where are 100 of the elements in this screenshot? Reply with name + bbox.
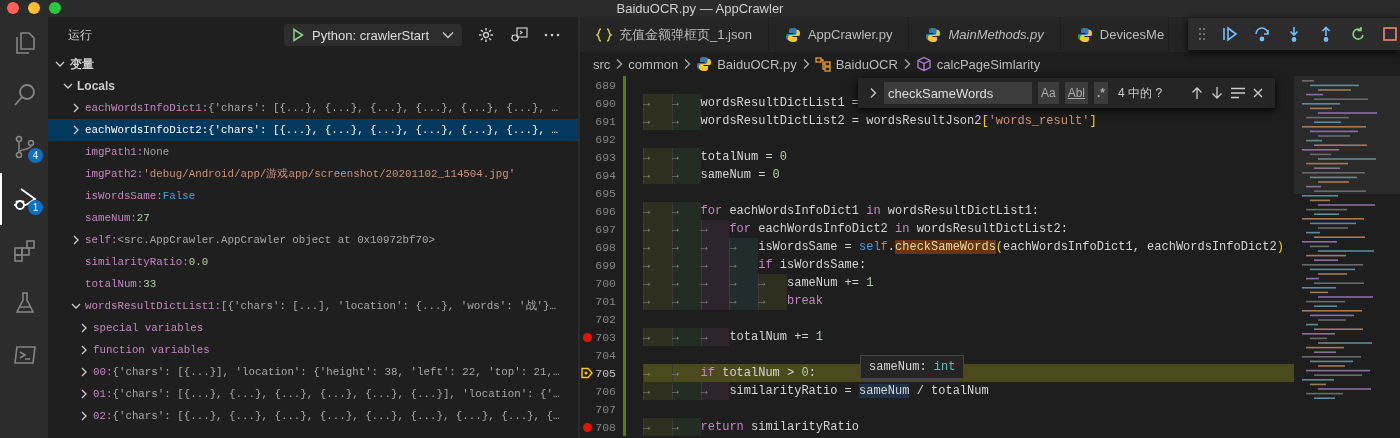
play-icon xyxy=(292,28,304,42)
editor-tab[interactable]: AppCrawler.py xyxy=(768,17,910,52)
hover-tooltip: sameNum: int xyxy=(860,355,965,379)
debug-console-icon[interactable] xyxy=(510,27,528,43)
breakpoint-icon[interactable] xyxy=(582,422,592,432)
variable-entry[interactable]: 01:{'chars': [{...}, {...}, {...}, {...}, {...}, {...}], 'location': {'… xyxy=(93,388,560,400)
python-file-icon xyxy=(1076,26,1093,43)
breadcrumb-item[interactable]: BaiduOCR xyxy=(814,56,898,72)
notification-badge: 1 xyxy=(28,200,43,215)
line-number: 689 xyxy=(594,78,616,92)
variable-entry[interactable]: isWordsSame:False xyxy=(85,190,196,202)
more-icon[interactable] xyxy=(544,33,560,37)
line-number: 707 xyxy=(594,402,616,416)
stop-icon[interactable] xyxy=(1382,26,1398,42)
continue-icon[interactable] xyxy=(1222,26,1238,42)
run-view-title: 运行 xyxy=(68,26,93,44)
line-number: 704 xyxy=(594,348,616,362)
window-minimize-button[interactable] xyxy=(28,2,40,14)
editor-tab[interactable]: DevicesMe xyxy=(1060,17,1170,52)
code-line: → → for eachWordsInfoDict1 in wordsResultDictList1: xyxy=(643,202,1041,220)
line-number: 699 xyxy=(594,258,616,272)
line-number: 691 xyxy=(594,114,616,128)
line-number: 698 xyxy=(594,240,616,254)
search-icon[interactable] xyxy=(12,82,38,108)
scope-label[interactable]: Locals xyxy=(77,79,115,93)
variable-entry[interactable]: sameNum:27 xyxy=(85,212,150,224)
breakpoint-icon[interactable] xyxy=(582,332,592,342)
breadcrumb-item[interactable]: common xyxy=(628,56,679,72)
section-title[interactable]: 变量 xyxy=(70,55,94,73)
run-debug-icon[interactable] xyxy=(12,186,38,212)
variable-entry[interactable]: imgPath2:'debug/Android/app/游戏app/screenshot/20201102_114504.jpg' xyxy=(85,167,516,181)
code-line: → → sameNum = 0 xyxy=(643,166,781,184)
variable-entry[interactable]: special variables xyxy=(93,322,204,334)
variable-entry[interactable]: wordsResultDictList1:[{'chars': [...], 'location': {...}, 'words': '战'}… xyxy=(85,299,557,313)
window-zoom-button[interactable] xyxy=(49,2,61,14)
line-number: 690 xyxy=(594,96,616,110)
chevron-icon[interactable] xyxy=(868,87,878,99)
window-title: BaiduOCR.py — AppCrawler xyxy=(616,1,784,16)
find-result-count: 4 中的 ? xyxy=(1118,84,1163,102)
python-file-icon xyxy=(696,56,713,72)
breadcrumb-item[interactable]: BaiduOCR.py xyxy=(696,56,797,72)
line-number: 693 xyxy=(594,150,616,164)
cube-icon xyxy=(915,56,932,72)
code-line: → → → → → break xyxy=(643,292,824,310)
line-number: 703 xyxy=(594,330,616,344)
code-line: → → wordsResultDictList2 = wordsResultJson2['words_result'] xyxy=(643,112,1098,130)
window-close-button[interactable] xyxy=(7,2,19,14)
extensions-icon[interactable] xyxy=(12,238,38,264)
python-file-icon xyxy=(925,26,942,43)
find-option-toggle[interactable]: Aa xyxy=(1038,82,1059,104)
json-file-icon xyxy=(596,27,612,42)
variable-entry[interactable]: 00:{'chars': [{...}], 'location': {'height': 38, 'left': 22, 'top': 21,… xyxy=(93,366,560,378)
chevron-icon xyxy=(902,58,911,70)
code-line: → → → similarityRatio = sameNum / totalNum xyxy=(643,382,990,400)
line-number: 702 xyxy=(594,312,616,326)
line-number: 705 xyxy=(594,366,616,380)
notification-badge: 4 xyxy=(28,148,43,163)
python-file-icon xyxy=(784,26,801,43)
variable-entry[interactable]: totalNum:33 xyxy=(85,278,157,290)
line-number: 706 xyxy=(594,384,616,398)
code-line: → → → totalNum += 1 xyxy=(643,328,824,346)
line-number: 697 xyxy=(594,222,616,236)
launch-config-dropdown[interactable]: Python: crawlerStart xyxy=(284,24,462,46)
arrow-down-icon[interactable] xyxy=(1210,86,1225,100)
line-number: 695 xyxy=(594,186,616,200)
code-line: → → → → → sameNum += 1 xyxy=(643,274,875,292)
drag-handle-icon[interactable] xyxy=(1198,27,1206,41)
find-option-toggle[interactable]: .* xyxy=(1094,82,1109,104)
line-number: 701 xyxy=(594,294,616,308)
variable-entry[interactable]: similarityRatio:0.0 xyxy=(85,256,209,268)
editor-tab[interactable]: 充值金额弹框页_1.json xyxy=(580,17,769,52)
step-over-icon[interactable] xyxy=(1254,26,1270,42)
settings-icon[interactable] xyxy=(478,27,494,43)
code-line: → → → for eachWordsInfoDict2 in wordsResultDictList2: xyxy=(643,220,1069,238)
line-number: 696 xyxy=(594,204,616,218)
variable-entry[interactable]: imgPath1:None xyxy=(85,146,170,158)
find-input-field[interactable]: checkSameWords xyxy=(884,82,1032,104)
variable-entry[interactable]: 02:{'chars': [{...}, {...}, {...}, {...}, {...}, {...}, {...}, {...}, {… xyxy=(93,410,560,422)
find-option-toggle[interactable]: Abl xyxy=(1064,82,1089,104)
code-line: → → return similarityRatio xyxy=(643,418,861,436)
variable-entry[interactable]: self:<src.AppCrawler.AppCrawler object at 0x10972bf70> xyxy=(85,234,435,246)
chevron-icon xyxy=(683,58,692,70)
breadcrumb-item[interactable]: calcPageSimlarity xyxy=(915,56,1041,72)
breadcrumb-item[interactable]: src xyxy=(593,56,611,72)
variable-entry[interactable]: function variables xyxy=(93,344,210,356)
caret-icon xyxy=(442,31,454,39)
code-line: → → → → isWordsSame = self.checkSameWords(eachWordsInfoDict1, eachWordsInfoDict2) xyxy=(643,238,1285,256)
chevron-icon xyxy=(615,58,624,70)
close-icon[interactable] xyxy=(1252,87,1265,99)
code-line: → → totalNum = 0 xyxy=(643,148,788,166)
restart-icon[interactable] xyxy=(1350,26,1366,42)
line-number: 700 xyxy=(594,276,616,290)
code-line: → → → → if isWordsSame: xyxy=(643,256,868,274)
line-number: 694 xyxy=(594,168,616,182)
line-number: 708 xyxy=(594,420,616,434)
editor-tab[interactable]: MainMethods.py xyxy=(909,17,1061,52)
find-in-selection-icon[interactable] xyxy=(1230,87,1247,99)
chevron-icon xyxy=(801,58,810,70)
variable-entry[interactable]: eachWordsInfoDict1:{'chars': [{...}, {...}, {...}, {...}, {...}, {...}, … xyxy=(85,102,558,114)
line-number: 692 xyxy=(594,132,616,146)
